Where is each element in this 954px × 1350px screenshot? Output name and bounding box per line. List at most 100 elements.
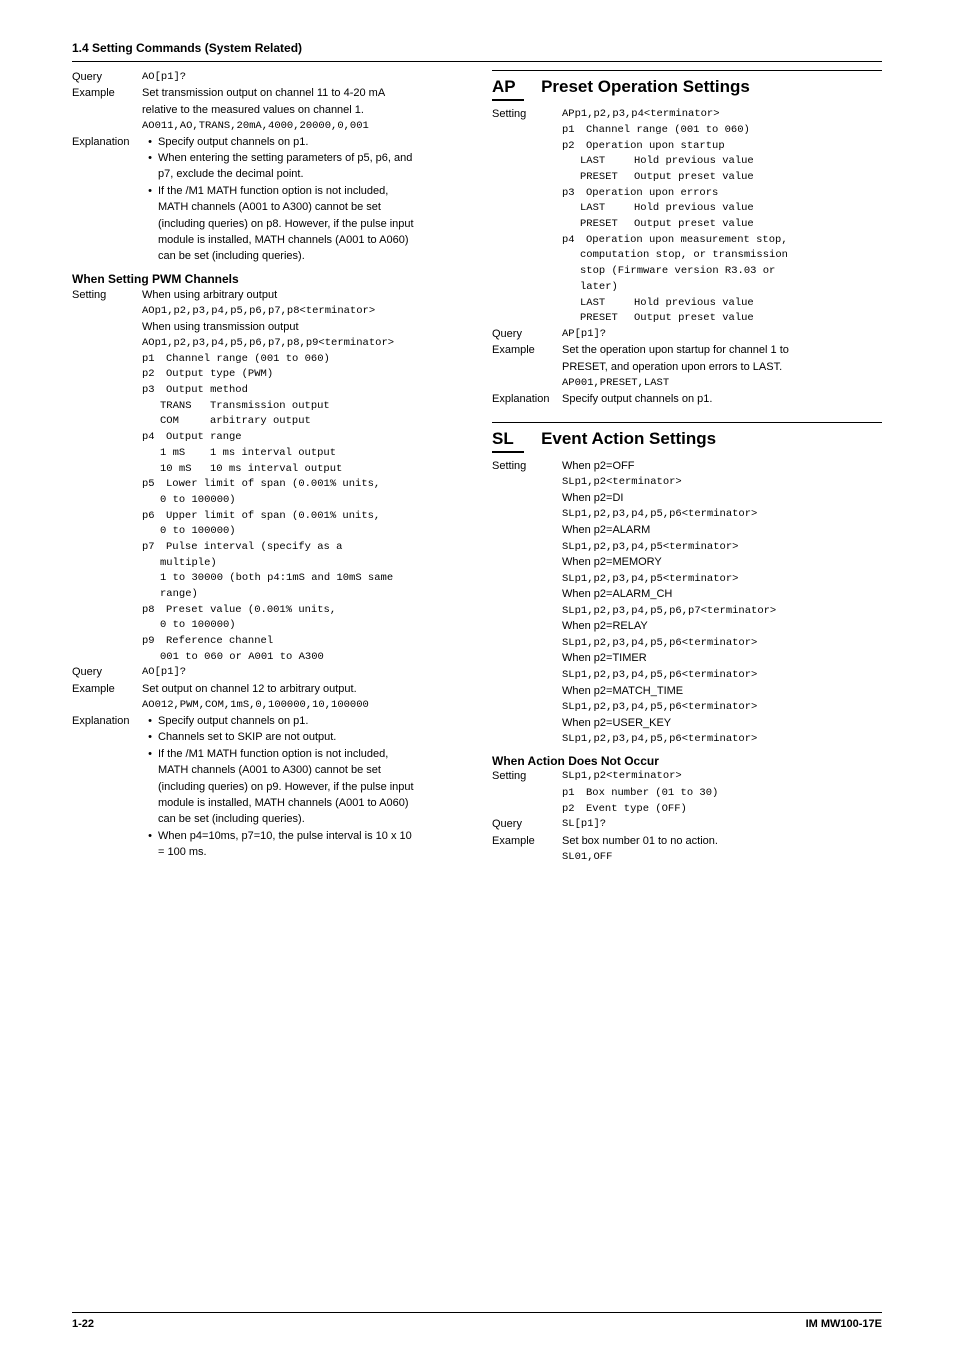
setting-text: When p2=MATCH_TIME bbox=[562, 684, 882, 699]
param-sub: LASTHold previous value bbox=[562, 154, 882, 169]
setting-text: When p2=TIMER bbox=[562, 651, 882, 666]
explanation-text: Specify output channels on p1. bbox=[158, 714, 462, 729]
setting-code: SLp1,p2<terminator> bbox=[562, 769, 882, 784]
explanation-text: When entering the setting parameters of … bbox=[158, 151, 462, 166]
param-line: p3Operation upon errors bbox=[562, 186, 882, 201]
param-sub: COMarbitrary output bbox=[142, 414, 462, 429]
param-sub: 0 to 100000) bbox=[142, 493, 462, 508]
no-action-heading: When Action Does Not Occur bbox=[492, 753, 882, 770]
setting-text: When using transmission output bbox=[142, 320, 462, 335]
param-sub: 1 to 30000 (both p4:1mS and 10mS same bbox=[142, 571, 462, 586]
setting-code: AOp1,p2,p3,p4,p5,p6,p7,p8,p9<terminator> bbox=[142, 336, 462, 351]
example-code: AO012,PWM,COM,1mS,0,100000,10,100000 bbox=[142, 698, 462, 713]
param-line: p4Operation upon measurement stop, bbox=[562, 233, 882, 248]
setting-text: When p2=ALARM bbox=[562, 523, 882, 538]
param-line: p4Output range bbox=[142, 430, 462, 445]
explanation-text: Channels set to SKIP are not output. bbox=[158, 730, 462, 745]
bullet-icon: • bbox=[142, 747, 158, 762]
bullet-icon: • bbox=[142, 714, 158, 729]
explanation-text: p7, exclude the decimal point. bbox=[158, 167, 462, 182]
label-setting: Setting bbox=[492, 107, 562, 122]
setting-code: SLp1,p2,p3,p4,p5<terminator> bbox=[562, 572, 882, 587]
command-code: SL bbox=[492, 427, 524, 453]
setting-text: When p2=MEMORY bbox=[562, 555, 882, 570]
param-sub: 0 to 100000) bbox=[142, 524, 462, 539]
param-line: p8Preset value (0.001% units, bbox=[142, 603, 462, 618]
param-sub: PRESETOutput preset value bbox=[562, 217, 882, 232]
label-explanation: Explanation bbox=[72, 714, 142, 729]
example-code: SL01,OFF bbox=[562, 850, 882, 865]
label-example: Example bbox=[492, 343, 562, 358]
setting-code: SLp1,p2,p3,p4,p5,p6<terminator> bbox=[562, 700, 882, 715]
explanation-text: MATH channels (A001 to A300) cannot be s… bbox=[158, 763, 462, 778]
label-setting: Setting bbox=[492, 769, 562, 784]
param-sub: 10 mS10 ms interval output bbox=[142, 462, 462, 477]
example-text: Set transmission output on channel 11 to… bbox=[142, 86, 462, 101]
setting-code: SLp1,p2,p3,p4,p5<terminator> bbox=[562, 540, 882, 555]
param-line: p6Upper limit of span (0.001% units, bbox=[142, 509, 462, 524]
explanation-text: can be set (including queries). bbox=[158, 812, 462, 827]
setting-code: SLp1,p2,p3,p4,p5,p6<terminator> bbox=[562, 507, 882, 522]
query-value: AP[p1]? bbox=[562, 327, 882, 342]
explanation-text: Specify output channels on p1. bbox=[158, 135, 462, 150]
param-sub: 0 to 100000) bbox=[142, 618, 462, 633]
left-column: QueryAO[p1]? ExampleSet transmission out… bbox=[72, 70, 462, 866]
label-query: Query bbox=[492, 817, 562, 832]
right-column: AP Preset Operation Settings SettingAPp1… bbox=[492, 70, 882, 866]
command-title: Preset Operation Settings bbox=[541, 77, 750, 96]
param-sub: TRANSTransmission output bbox=[142, 399, 462, 414]
setting-code: APp1,p2,p3,p4<terminator> bbox=[562, 107, 882, 122]
setting-code: SLp1,p2,p3,p4,p5,p6<terminator> bbox=[562, 636, 882, 651]
setting-text: When p2=DI bbox=[562, 491, 882, 506]
param-line: p1Channel range (001 to 060) bbox=[562, 123, 882, 138]
query-value: SL[p1]? bbox=[562, 817, 882, 832]
param-sub: LASTHold previous value bbox=[562, 296, 882, 311]
param-line: p9Reference channel bbox=[142, 634, 462, 649]
param-sub: PRESETOutput preset value bbox=[562, 311, 882, 326]
param-line: p1Channel range (001 to 060) bbox=[142, 352, 462, 367]
setting-text: When p2=RELAY bbox=[562, 619, 882, 634]
explanation-text: module is installed, MATH channels (A001… bbox=[158, 233, 462, 248]
label-example: Example bbox=[492, 834, 562, 849]
example-text: Set output on channel 12 to arbitrary ou… bbox=[142, 682, 462, 697]
section-header: 1.4 Setting Commands (System Related) bbox=[72, 40, 882, 62]
bullet-icon: • bbox=[142, 135, 158, 150]
bullet-icon: • bbox=[142, 151, 158, 166]
label-example: Example bbox=[72, 86, 142, 101]
label-example: Example bbox=[72, 682, 142, 697]
label-explanation: Explanation bbox=[72, 135, 142, 150]
explanation-text: MATH channels (A001 to A300) cannot be s… bbox=[158, 200, 462, 215]
setting-text: When p2=OFF bbox=[562, 459, 882, 474]
param-line: p2Output type (PWM) bbox=[142, 367, 462, 382]
explanation-text: can be set (including queries). bbox=[158, 249, 462, 264]
param-sub: PRESETOutput preset value bbox=[562, 170, 882, 185]
label-query: Query bbox=[72, 665, 142, 680]
example-code: AO011,AO,TRANS,20mA,4000,20000,0,001 bbox=[142, 119, 462, 134]
explanation-text: (including queries) on p9. However, if t… bbox=[158, 780, 462, 795]
label-query: Query bbox=[492, 327, 562, 342]
example-code: AP001,PRESET,LAST bbox=[562, 376, 882, 391]
explanation-text: (including queries) on p8. However, if t… bbox=[158, 217, 462, 232]
label-setting: Setting bbox=[72, 288, 142, 303]
param-sub: 001 to 060 or A001 to A300 bbox=[142, 650, 462, 665]
param-line: p2Event type (OFF) bbox=[562, 802, 882, 817]
setting-code: SLp1,p2,p3,p4,p5,p6,p7<terminator> bbox=[562, 604, 882, 619]
page-number: 1-22 bbox=[72, 1317, 94, 1332]
explanation-text: = 100 ms. bbox=[158, 845, 462, 860]
param-sub: stop (Firmware version R3.03 or bbox=[562, 264, 882, 279]
bullet-icon: • bbox=[142, 730, 158, 745]
query-value: AO[p1]? bbox=[142, 70, 462, 85]
pwm-heading: When Setting PWM Channels bbox=[72, 271, 462, 288]
param-sub: later) bbox=[562, 280, 882, 295]
param-line: p5Lower limit of span (0.001% units, bbox=[142, 477, 462, 492]
command-code: AP bbox=[492, 75, 524, 101]
bullet-icon: • bbox=[142, 184, 158, 199]
label-query: Query bbox=[72, 70, 142, 85]
explanation-text: If the /M1 MATH function option is not i… bbox=[158, 747, 462, 762]
explanation-text: Specify output channels on p1. bbox=[562, 392, 882, 407]
param-sub: multiple) bbox=[142, 556, 462, 571]
param-line: p1Box number (01 to 30) bbox=[562, 786, 882, 801]
explanation-text: If the /M1 MATH function option is not i… bbox=[158, 184, 462, 199]
doc-id: IM MW100-17E bbox=[806, 1317, 882, 1332]
param-sub: 1 mS1 ms interval output bbox=[142, 446, 462, 461]
